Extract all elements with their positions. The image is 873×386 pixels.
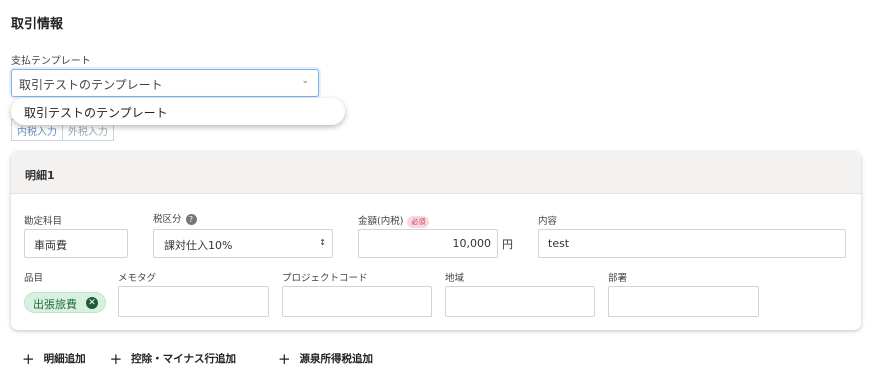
memo-field[interactable] [118,286,269,317]
help-icon[interactable]: ? [185,214,197,225]
currency-unit: 円 [502,238,513,251]
line-item-card: 明細1 勘定科目 車両費 税区分? 課対仕入10% ↕ 金額(内税) 必須 10,… [11,152,861,330]
remove-tag-icon[interactable]: ✕ [86,297,98,309]
add-withholding-button[interactable]: + 源泉所得税追加 [278,351,373,366]
tax-label: 税区分 [153,214,182,225]
region-label: 地域 [445,273,465,284]
description-field[interactable]: test [538,229,846,258]
account-field[interactable]: 車両費 [24,229,128,258]
item-label: 品目 [24,273,44,284]
plus-icon: + [277,349,291,368]
item-tag-label: 出張旅費 [33,298,77,311]
template-option-label: 取引テストのテンプレート [24,106,168,120]
plus-icon: + [109,349,123,368]
project-label: プロジェクトコード [282,273,368,284]
line-item-title: 明細1 [11,152,861,194]
add-line-label: 明細追加 [43,353,86,365]
action-bar: + 明細追加 + 控除・マイナス行追加 + 源泉所得税追加 [22,351,397,366]
department-field[interactable] [608,286,759,317]
description-label: 内容 [538,216,558,227]
memo-label: メモタグ [118,273,157,284]
template-dropdown-option[interactable]: 取引テストのテンプレート [11,98,345,125]
amount-value: 10,000 [452,237,492,250]
section-title: 取引情報 [11,17,64,32]
select-arrow-icon: ↕ [319,238,326,247]
add-deduction-button[interactable]: + 控除・マイナス行追加 [110,351,236,366]
account-value: 車両費 [34,239,67,252]
amount-label-group: 金額(内税) 必須 [358,213,430,228]
account-label: 勘定科目 [24,216,63,227]
item-tag[interactable]: 出張旅費 ✕ [24,292,106,313]
add-line-button[interactable]: + 明細追加 [22,351,86,366]
chevron-down-icon: ⌄ [301,76,309,86]
amount-field[interactable]: 10,000 [358,229,498,258]
add-withholding-label: 源泉所得税追加 [299,353,374,365]
tax-label-group: 税区分? [153,211,197,225]
add-deduction-label: 控除・マイナス行追加 [131,353,236,365]
tax-select[interactable]: 課対仕入10% ↕ [153,229,333,258]
department-label: 部署 [608,273,628,284]
description-value: test [548,237,570,250]
template-select[interactable]: 取引テストのテンプレート ⌄ [11,69,319,97]
template-label: 支払テンプレート [11,56,91,67]
project-field[interactable] [282,286,432,317]
required-badge: 必須 [407,215,430,228]
plus-icon: + [22,349,35,368]
amount-label: 金額(内税) [358,216,404,227]
region-field[interactable] [445,286,595,317]
template-selected-value: 取引テストのテンプレート [19,78,163,92]
tax-value: 課対仕入10% [164,239,233,252]
